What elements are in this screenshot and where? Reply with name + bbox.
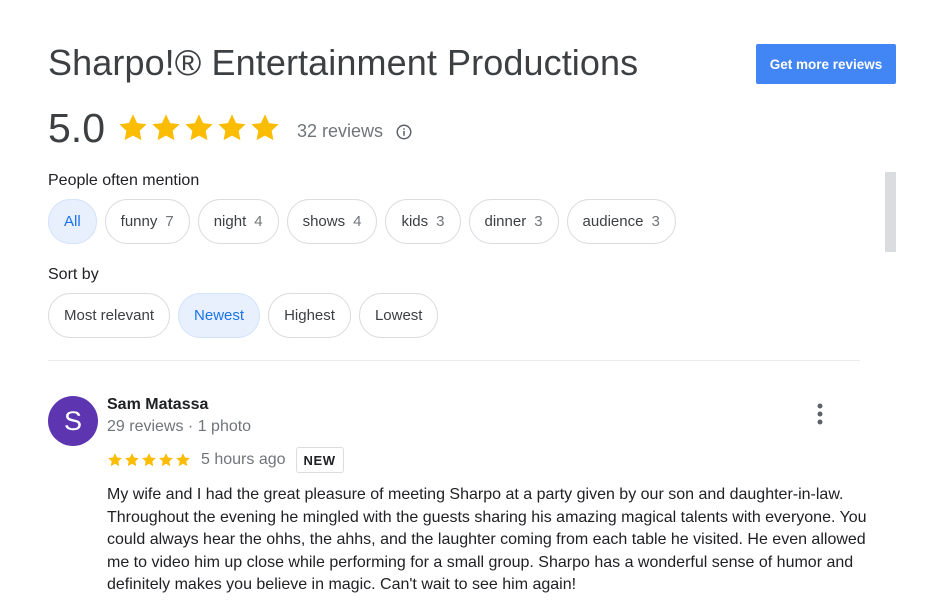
review-rating-row: 5 hours ago NEW	[107, 446, 344, 474]
review-time: 5 hours ago	[201, 451, 286, 468]
mention-chip-count: 3	[534, 213, 543, 230]
mention-chip-night[interactable]: night 4	[197, 199, 279, 244]
mention-chip-label: shows	[302, 213, 346, 230]
star-icon	[176, 453, 190, 467]
star-icon	[142, 453, 156, 467]
star-icon	[152, 114, 180, 141]
reviews-panel: Sharpo!® Entertainment Productions Get m…	[0, 0, 938, 608]
sort-chip-lowest[interactable]: Lowest	[358, 293, 439, 338]
more-options-button[interactable]	[806, 400, 834, 428]
mentions-label: People often mention	[48, 172, 200, 189]
mention-chip-count: 3	[436, 213, 445, 230]
reviewer-name[interactable]: Sam Matassa	[107, 396, 208, 414]
mentions-chips: All funny 7 night 4 shows 4 kids 3 dinner 3 audienc…	[48, 199, 676, 244]
sort-options: Most relevant Newest Highest Lowest	[48, 293, 439, 338]
reviewer-meta: 29 reviews · 1 photo	[107, 418, 252, 435]
avatar-letter: S	[63, 405, 82, 436]
mention-chip-all[interactable]: All	[48, 199, 97, 244]
mention-chip-funny[interactable]: funny 7	[104, 199, 190, 244]
mention-chip-label: kids	[401, 213, 429, 230]
divider	[48, 360, 860, 361]
star-icon	[185, 114, 213, 141]
avatar[interactable]: S	[48, 396, 98, 446]
mention-chip-count: 4	[353, 213, 362, 230]
sort-chip-most-relevant[interactable]: Most relevant	[48, 293, 171, 338]
sort-chip-label: Newest	[194, 307, 245, 324]
star-icon	[251, 114, 279, 141]
mention-chip-audience[interactable]: audience 3	[566, 199, 676, 244]
mention-chip-count: 3	[651, 213, 660, 230]
new-badge: NEW	[295, 447, 344, 473]
mention-chip-label: night	[213, 213, 247, 230]
more-vert-icon	[817, 403, 823, 425]
mention-chip-shows[interactable]: shows 4	[286, 199, 378, 244]
mention-chip-label: dinner	[484, 213, 527, 230]
sort-chip-label: Highest	[284, 307, 335, 324]
review-text: My wife and I had the great pleasure of …	[107, 486, 867, 594]
review-count[interactable]: 32 reviews	[297, 121, 383, 142]
average-rating: 5.0	[48, 104, 105, 151]
star-icon	[159, 453, 173, 467]
star-icon	[108, 453, 122, 467]
scrollbar-thumb[interactable]	[885, 172, 896, 252]
rating-summary: 5.0 32 reviews	[48, 104, 413, 152]
info-icon[interactable]	[395, 123, 413, 141]
rating-stars	[117, 112, 281, 144]
mention-chip-count: 7	[165, 213, 174, 230]
sort-chip-newest[interactable]: Newest	[178, 293, 261, 338]
star-icon	[218, 114, 246, 141]
review-stars	[107, 452, 191, 468]
mention-chip-label: All	[64, 213, 81, 230]
sort-chip-label: Lowest	[374, 307, 423, 324]
sort-chip-label: Most relevant	[64, 307, 155, 324]
business-title: Sharpo!® Entertainment Productions	[48, 42, 639, 83]
mention-chip-dinner[interactable]: dinner 3	[468, 199, 559, 244]
mention-chip-label: audience	[582, 213, 644, 230]
mention-chip-count: 4	[254, 213, 263, 230]
get-more-reviews-button[interactable]: Get more reviews	[756, 44, 896, 84]
mention-chip-label: funny	[120, 213, 158, 230]
mention-chip-kids[interactable]: kids 3	[385, 199, 461, 244]
sort-label: Sort by	[48, 266, 99, 283]
sort-chip-highest[interactable]: Highest	[268, 293, 351, 338]
star-icon	[119, 114, 147, 141]
star-icon	[125, 453, 139, 467]
